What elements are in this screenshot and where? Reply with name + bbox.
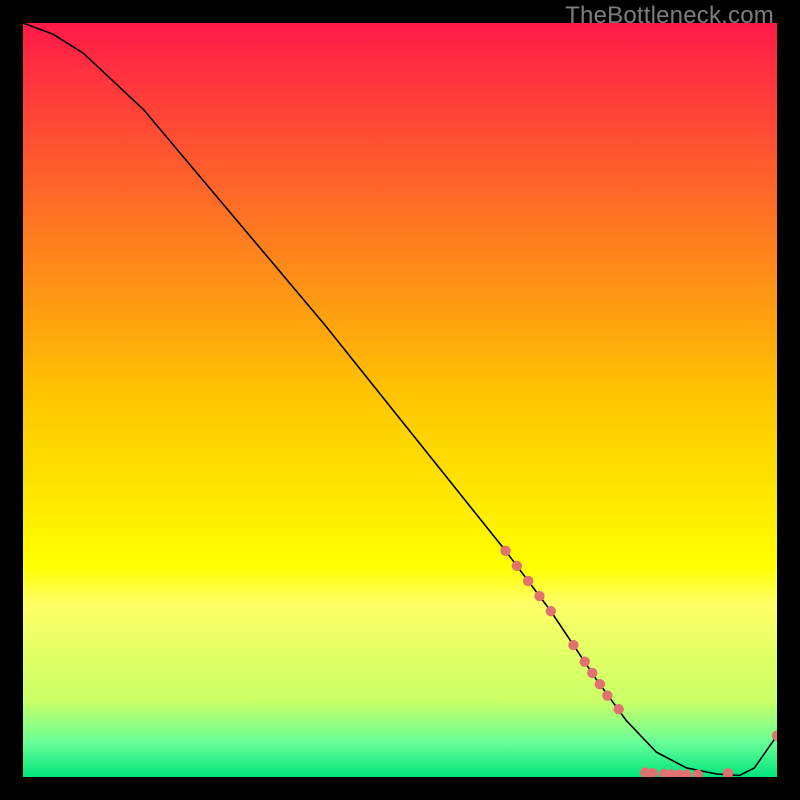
data-marker [546, 606, 556, 616]
data-marker [534, 591, 544, 601]
plot-background [23, 23, 777, 777]
data-marker [512, 561, 522, 571]
chart-plot [23, 23, 777, 777]
data-marker [568, 640, 578, 650]
data-marker [580, 656, 590, 666]
data-marker [523, 576, 533, 586]
chart-container: { "watermark": "TheBottleneck.com", "cha… [0, 0, 800, 800]
data-marker [613, 704, 623, 714]
data-marker [587, 668, 597, 678]
data-marker [595, 679, 605, 689]
data-marker [602, 690, 612, 700]
data-marker [500, 546, 510, 556]
